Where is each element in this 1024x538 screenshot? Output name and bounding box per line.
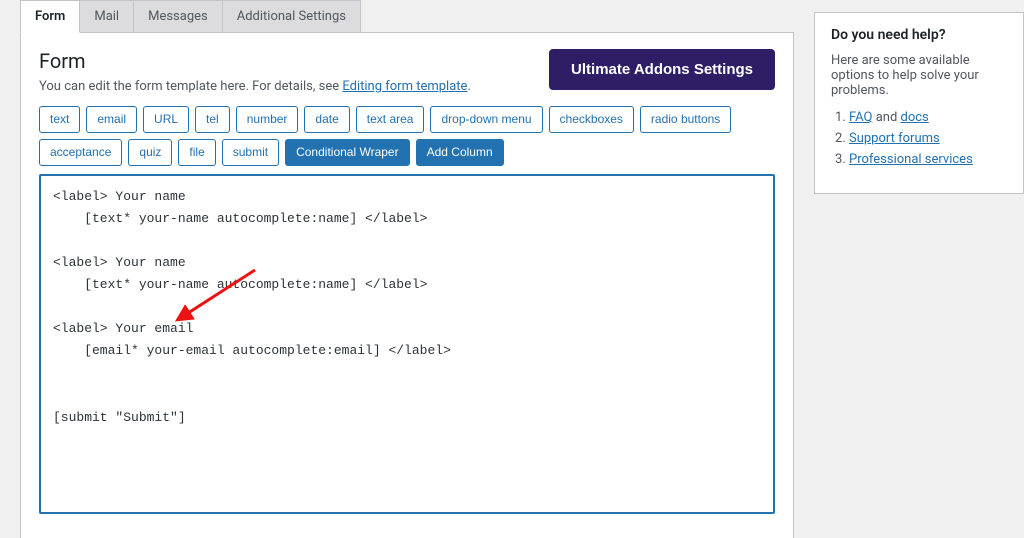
tag-textarea-button[interactable]: text area xyxy=(356,106,425,133)
tag-generator-row: text email URL tel number date text area… xyxy=(39,106,775,166)
professional-services-link[interactable]: Professional services xyxy=(849,152,973,167)
editing-form-template-link[interactable]: Editing form template xyxy=(342,79,467,94)
support-forums-link[interactable]: Support forums xyxy=(849,131,940,146)
tag-email-button[interactable]: email xyxy=(86,106,137,133)
faq-link[interactable]: FAQ xyxy=(849,110,872,125)
help-item-1: FAQ and docs xyxy=(849,110,1007,125)
tag-number-button[interactable]: number xyxy=(236,106,299,133)
docs-link[interactable]: docs xyxy=(901,110,929,125)
tag-quiz-button[interactable]: quiz xyxy=(128,139,172,166)
tab-form[interactable]: Form xyxy=(20,0,80,33)
ultimate-addons-settings-button[interactable]: Ultimate Addons Settings xyxy=(549,49,775,90)
panel-description: You can edit the form template here. For… xyxy=(39,79,471,94)
tag-checkboxes-button[interactable]: checkboxes xyxy=(549,106,634,133)
tab-additional-settings[interactable]: Additional Settings xyxy=(223,0,361,33)
help-links-list: FAQ and docs Support forums Professional… xyxy=(831,110,1007,167)
tag-file-button[interactable]: file xyxy=(178,139,215,166)
panel-desc-text: You can edit the form template here. For… xyxy=(39,79,342,94)
tag-dropdown-button[interactable]: drop-down menu xyxy=(430,106,542,133)
help-sidebar: Do you need help? Here are some availabl… xyxy=(814,12,1024,194)
tag-add-column-button[interactable]: Add Column xyxy=(416,139,504,166)
tabs: Form Mail Messages Additional Settings xyxy=(20,0,794,33)
help-item-2: Support forums xyxy=(849,131,1007,146)
tag-tel-button[interactable]: tel xyxy=(195,106,230,133)
tag-date-button[interactable]: date xyxy=(304,106,349,133)
help-intro: Here are some available options to help … xyxy=(831,53,1007,98)
help-title: Do you need help? xyxy=(831,27,1007,43)
tag-url-button[interactable]: URL xyxy=(143,106,189,133)
tab-mail[interactable]: Mail xyxy=(80,0,134,33)
form-template-editor[interactable] xyxy=(39,174,775,514)
tag-conditional-wraper-button[interactable]: Conditional Wraper xyxy=(285,139,410,166)
help-item-1-middle: and xyxy=(872,110,900,125)
tag-radio-button[interactable]: radio buttons xyxy=(640,106,731,133)
tab-messages[interactable]: Messages xyxy=(134,0,223,33)
panel-title: Form xyxy=(39,49,471,73)
tag-text-button[interactable]: text xyxy=(39,106,80,133)
tag-acceptance-button[interactable]: acceptance xyxy=(39,139,122,166)
form-panel: Form You can edit the form template here… xyxy=(20,32,794,538)
panel-desc-suffix: . xyxy=(467,79,470,94)
help-item-3: Professional services xyxy=(849,152,1007,167)
tag-submit-button[interactable]: submit xyxy=(222,139,279,166)
